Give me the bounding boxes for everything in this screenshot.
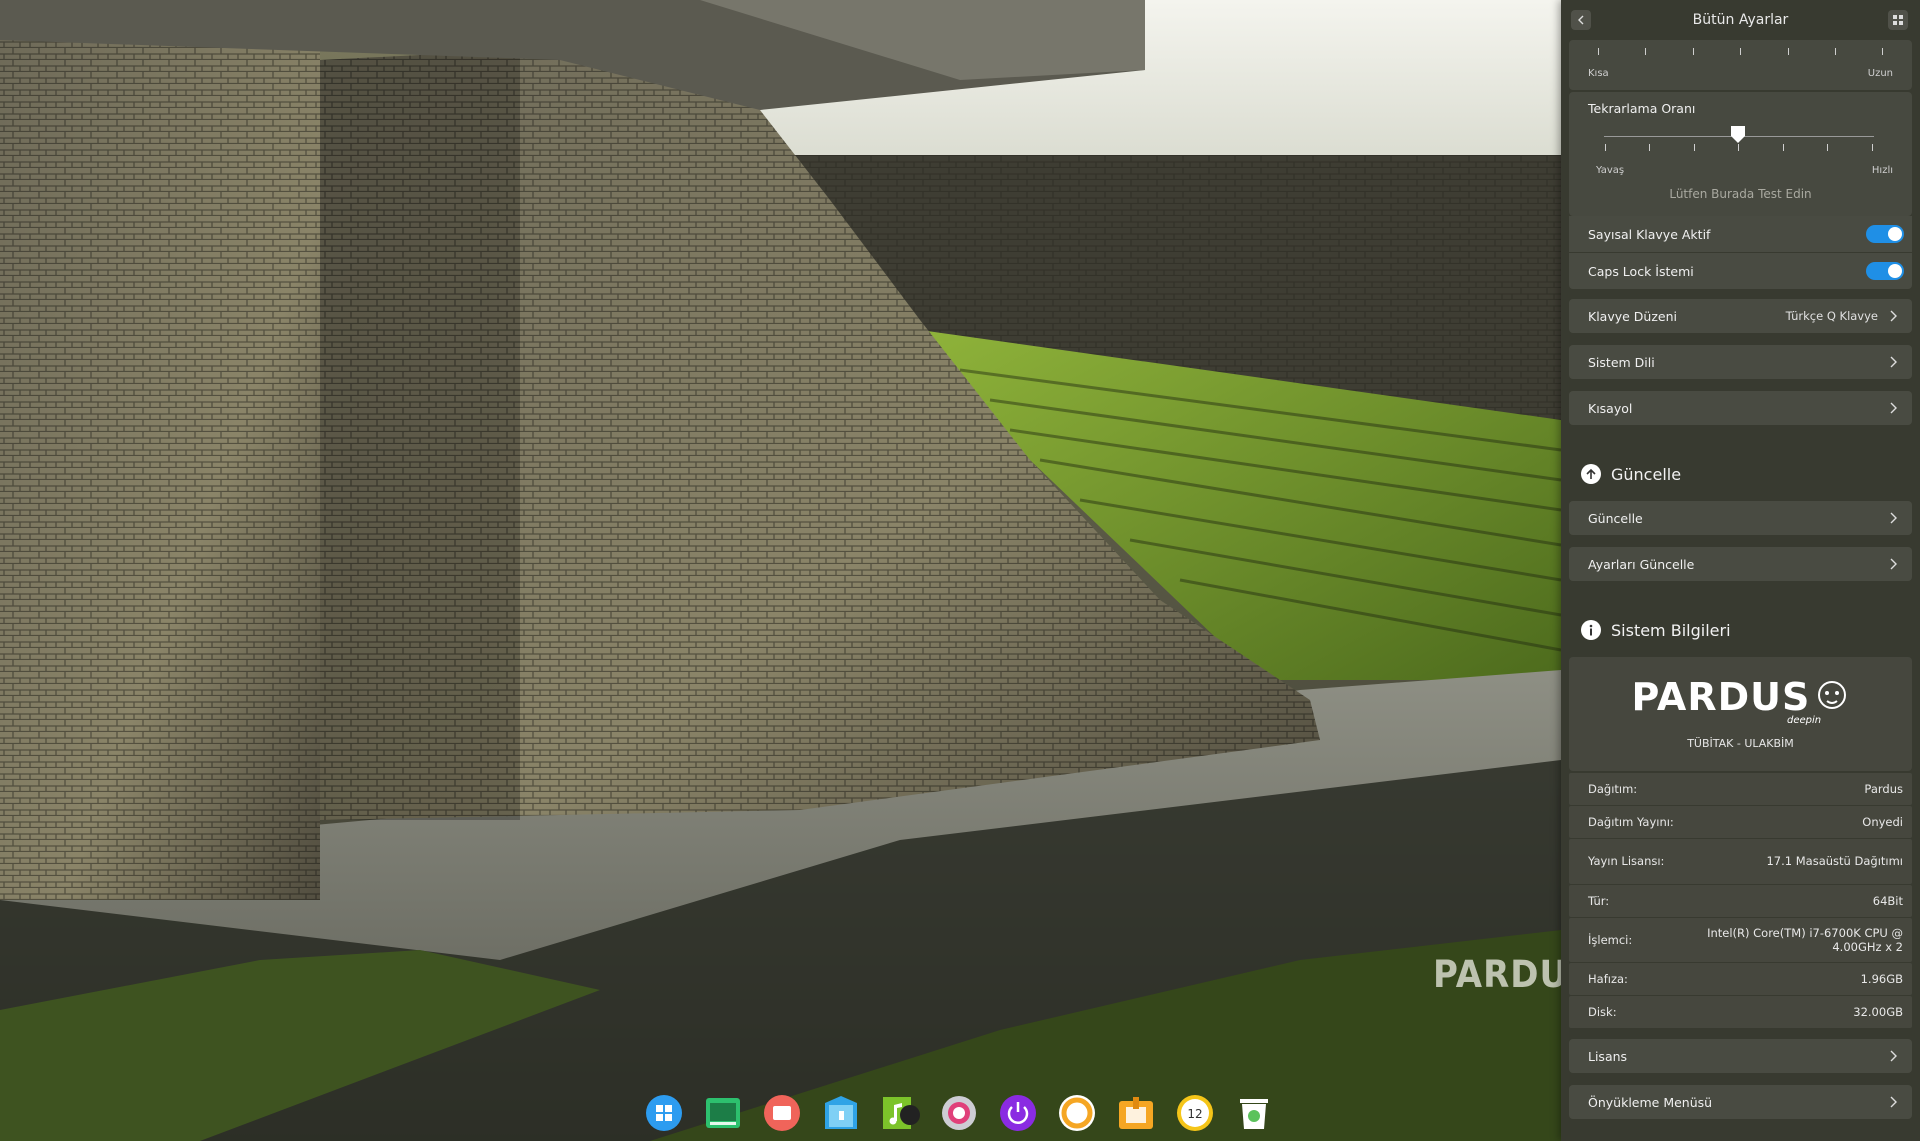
update-settings-label: Ayarları Güncelle	[1588, 556, 1695, 572]
chevron-right-icon	[1890, 1050, 1897, 1062]
repeat-delay-min-label: Kısa	[1588, 68, 1609, 79]
numlock-row: Sayısal Klavye Aktif	[1569, 216, 1912, 252]
info-key: Hafıza:	[1588, 972, 1628, 986]
numlock-label: Sayısal Klavye Aktif	[1588, 226, 1711, 242]
repeat-rate-card: Tekrarlama Oranı Yavaş Hızlı Lütfen Bura…	[1569, 92, 1912, 216]
info-key: İşlemci:	[1588, 933, 1633, 947]
boot-menu-row[interactable]: Önyükleme Menüsü	[1569, 1085, 1912, 1119]
chevron-right-icon	[1890, 558, 1897, 570]
info-key: Disk:	[1588, 1005, 1617, 1019]
keyboard-layout-row[interactable]: Klavye Düzeni Türkçe Q Klavye	[1569, 299, 1912, 333]
shortcuts-row[interactable]: Kısayol	[1569, 391, 1912, 425]
chevron-right-icon	[1890, 356, 1897, 368]
repeat-rate-slider-handle[interactable]	[1731, 126, 1745, 144]
org-label: TÜBİTAK - ULAKBİM	[1687, 737, 1794, 750]
wallpaper-image	[0, 0, 1561, 1141]
clock-icon[interactable]: 12	[1171, 1089, 1219, 1137]
numlock-toggle[interactable]	[1866, 225, 1904, 243]
info-value: 32.00GB	[1853, 1005, 1903, 1019]
leopard-icon	[1818, 681, 1847, 709]
info-row-memory: Hafıza: 1.96GB	[1569, 963, 1912, 995]
chevron-right-icon	[1890, 1096, 1897, 1108]
info-value: 17.1 Masaüstü Dağıtımı	[1766, 854, 1903, 868]
update-row[interactable]: Güncelle	[1569, 501, 1912, 535]
system-language-row[interactable]: Sistem Dili	[1569, 345, 1912, 379]
chevron-right-icon	[1890, 512, 1897, 524]
repeat-delay-card: Kısa Uzun	[1569, 40, 1912, 90]
repeat-rate-label: Tekrarlama Oranı	[1588, 101, 1696, 116]
sysinfo-section-title: Sistem Bilgileri	[1611, 620, 1731, 640]
repeat-rate-min-label: Yavaş	[1596, 165, 1625, 176]
pardus-logo: PARDUS deepin	[1569, 675, 1912, 726]
info-row-type: Tür: 64Bit	[1569, 885, 1912, 917]
desktop-wallpaper: PARDUS	[0, 0, 1561, 1141]
shortcuts-label: Kısayol	[1588, 400, 1633, 416]
capslock-row: Caps Lock İstemi	[1569, 253, 1912, 289]
panel-title: Bütün Ayarlar	[1692, 12, 1789, 28]
dock: 12	[640, 1088, 1278, 1138]
info-row-release: Dağıtım Yayını: Onyedi	[1569, 806, 1912, 838]
boot-menu-label: Önyükleme Menüsü	[1588, 1094, 1713, 1110]
license-row[interactable]: Lisans	[1569, 1039, 1912, 1073]
chevron-right-icon	[1890, 310, 1897, 322]
chevron-right-icon	[1890, 402, 1897, 414]
update-icon	[1581, 464, 1601, 484]
deepin-logo-text: deepin	[1787, 715, 1822, 726]
pardus-watermark: PARDUS	[1433, 953, 1561, 997]
repeat-delay-ticks	[1598, 48, 1883, 56]
grid-icon	[1893, 15, 1903, 25]
update-settings-row[interactable]: Ayarları Güncelle	[1569, 547, 1912, 581]
repeat-rate-max-label: Hızlı	[1871, 165, 1893, 176]
app-store-icon[interactable]	[1112, 1089, 1160, 1137]
info-value: Pardus	[1864, 782, 1903, 796]
info-row-cpu: İşlemci: Intel(R) Core(TM) i7-6700K CPU …	[1569, 918, 1912, 962]
update-section-header: Güncelle	[1581, 464, 1681, 484]
test-input[interactable]: Lütfen Burada Test Edin	[1569, 187, 1912, 201]
launcher-icon[interactable]	[640, 1089, 688, 1137]
music-icon[interactable]	[876, 1089, 924, 1137]
control-center-panel: Bütün Ayarlar Kısa Uzun Tekrarlama Oranı…	[1561, 0, 1920, 1141]
info-row-disk: Disk: 32.00GB	[1569, 996, 1912, 1028]
repeat-rate-ticks	[1605, 144, 1875, 152]
capslock-label: Caps Lock İstemi	[1588, 263, 1694, 279]
info-value: 64Bit	[1872, 894, 1903, 908]
shutdown-icon[interactable]	[994, 1089, 1042, 1137]
info-icon	[1581, 620, 1601, 640]
keyboard-layout-label: Klavye Düzeni	[1588, 308, 1677, 324]
screenshot-icon[interactable]	[758, 1089, 806, 1137]
repeat-delay-max-label: Uzun	[1867, 68, 1893, 79]
system-language-label: Sistem Dili	[1588, 354, 1655, 370]
license-label: Lisans	[1588, 1048, 1628, 1064]
info-row-license: Yayın Lisansı: 17.1 Masaüstü Dağıtımı	[1569, 839, 1912, 884]
svg-text:12: 12	[1187, 1107, 1202, 1121]
update-label: Güncelle	[1588, 510, 1643, 526]
terminal-icon[interactable]	[699, 1089, 747, 1137]
distro-logo-card: PARDUS deepin TÜBİTAK - ULAKBİM	[1569, 657, 1912, 771]
capslock-toggle[interactable]	[1866, 262, 1904, 280]
info-key: Dağıtım:	[1588, 782, 1638, 796]
info-row-distro: Dağıtım: Pardus	[1569, 773, 1912, 805]
all-settings-button[interactable]	[1888, 10, 1908, 30]
info-value: Onyedi	[1862, 815, 1903, 829]
info-value: 1.96GB	[1860, 972, 1903, 986]
settings-icon[interactable]	[935, 1089, 983, 1137]
browser-icon[interactable]	[1053, 1089, 1101, 1137]
panel-header: Bütün Ayarlar	[1561, 0, 1920, 40]
trash-icon[interactable]	[1230, 1089, 1278, 1137]
info-key: Yayın Lisansı:	[1588, 854, 1665, 868]
info-key: Tür:	[1588, 894, 1610, 908]
pardus-logo-text: PARDUS	[1631, 675, 1811, 719]
update-section-title: Güncelle	[1611, 464, 1682, 484]
info-key: Dağıtım Yayını:	[1588, 815, 1674, 829]
file-manager-icon[interactable]	[817, 1089, 865, 1137]
info-value: Intel(R) Core(TM) i7-6700K CPU @ 4.00GHz…	[1707, 926, 1903, 954]
keyboard-layout-value: Türkçe Q Klavye	[1785, 309, 1878, 323]
sysinfo-section-header: Sistem Bilgileri	[1581, 620, 1731, 640]
